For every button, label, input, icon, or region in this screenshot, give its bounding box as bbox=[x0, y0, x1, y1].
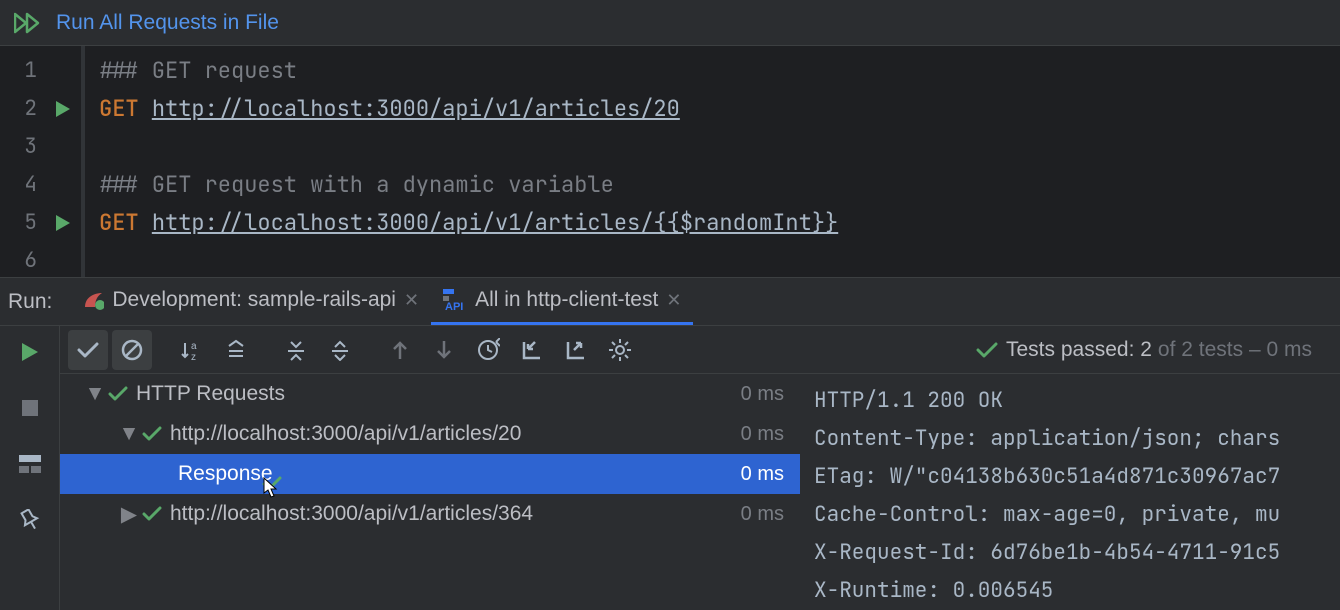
token bbox=[139, 94, 152, 123]
line-number: 1 bbox=[0, 52, 45, 90]
tree-row[interactable]: ▶ http://localhost:3000/api/v1/articles/3… bbox=[60, 494, 800, 534]
layout-button[interactable] bbox=[14, 448, 46, 480]
check-icon bbox=[142, 426, 162, 442]
gutter-run-slot bbox=[45, 242, 81, 280]
tree-node-label: HTTP Requests bbox=[136, 382, 741, 406]
editor-line[interactable]: ### GET request with a dynamic variable bbox=[99, 166, 838, 204]
summary-prefix: Tests passed: bbox=[1006, 338, 1140, 361]
summary-suffix: of 2 tests – 0 ms bbox=[1158, 338, 1312, 362]
run-label: Run: bbox=[8, 290, 52, 314]
import-button[interactable] bbox=[512, 330, 552, 370]
token: GET bbox=[99, 94, 139, 123]
tree-node-time: 0 ms bbox=[741, 423, 784, 446]
next-button[interactable] bbox=[424, 330, 464, 370]
line-number: 2 bbox=[0, 90, 45, 128]
expand-button[interactable] bbox=[216, 330, 256, 370]
token: http://localhost:3000/api/v1/articles/20 bbox=[152, 94, 680, 123]
editor-line[interactable]: GET http://localhost:3000/api/v1/article… bbox=[99, 90, 838, 128]
tab-http-client[interactable]: API All in http-client-test ✕ bbox=[431, 278, 693, 325]
run-icon bbox=[55, 100, 71, 118]
close-icon[interactable]: ✕ bbox=[404, 290, 419, 311]
show-ignored-button[interactable] bbox=[112, 330, 152, 370]
token: GET bbox=[99, 208, 139, 237]
svg-text:z: z bbox=[191, 352, 196, 361]
run-button[interactable] bbox=[14, 336, 46, 368]
results-center: az bbox=[60, 326, 1340, 610]
rails-icon bbox=[82, 289, 104, 311]
editor[interactable]: 123456 ### GET request GET http://localho… bbox=[0, 46, 1340, 278]
line-number: 3 bbox=[0, 128, 45, 166]
results-pane: az bbox=[0, 326, 1340, 610]
results-panes: ▼HTTP Requests0 ms▼http://localhost:3000… bbox=[60, 374, 1340, 610]
api-icon: API bbox=[443, 289, 467, 311]
tree-row[interactable]: ▼ HTTP Requests0 ms bbox=[60, 374, 800, 414]
editor-line[interactable] bbox=[99, 242, 838, 280]
tree-node-time: 0 ms bbox=[741, 503, 784, 526]
svg-text:API: API bbox=[445, 301, 463, 311]
tab-label: All in http-client-test bbox=[475, 288, 658, 312]
tree-node-label: http://localhost:3000/api/v1/articles/20 bbox=[170, 422, 741, 446]
export-button[interactable] bbox=[556, 330, 596, 370]
tree-node-label: http://localhost:3000/api/v1/articles/36… bbox=[170, 502, 741, 526]
cursor-icon bbox=[262, 476, 282, 500]
editor-line[interactable]: ### GET request bbox=[99, 52, 838, 90]
svg-text:a: a bbox=[191, 341, 197, 352]
check-icon bbox=[108, 386, 128, 402]
run-toolwindow-header: Run: Development: sample-rails-api ✕ API… bbox=[0, 278, 1340, 326]
gutter-run-slot bbox=[45, 166, 81, 204]
token bbox=[139, 208, 152, 237]
gutter-run-slot bbox=[45, 52, 81, 90]
chevron-right-icon[interactable]: ▶ bbox=[116, 502, 142, 527]
editor-gutter: 123456 bbox=[0, 46, 81, 277]
pin-button[interactable] bbox=[14, 504, 46, 536]
tree-row[interactable]: ▼ http://localhost:3000/api/v1/articles/2… bbox=[60, 414, 800, 454]
run-double-icon bbox=[14, 12, 56, 34]
tree-row[interactable]: Response0 ms bbox=[60, 454, 800, 494]
run-all-label: Run All Requests in File bbox=[56, 11, 279, 35]
sort-button[interactable]: az bbox=[172, 330, 212, 370]
line-numbers: 123456 bbox=[0, 46, 45, 277]
editor-line[interactable]: GET http://localhost:3000/api/v1/article… bbox=[99, 204, 838, 242]
collapse-all-button[interactable] bbox=[276, 330, 316, 370]
gutter-run-slot bbox=[45, 128, 81, 166]
tests-summary: Tests passed: 2 of 2 tests – 0 ms bbox=[976, 338, 1332, 362]
run-side-toolbar bbox=[0, 326, 60, 610]
show-passed-button[interactable] bbox=[68, 330, 108, 370]
line-number: 4 bbox=[0, 166, 45, 204]
stop-button[interactable] bbox=[14, 392, 46, 424]
editor-line[interactable] bbox=[99, 128, 838, 166]
history-button[interactable] bbox=[468, 330, 508, 370]
tab-label: Development: sample-rails-api bbox=[112, 288, 396, 312]
close-icon[interactable]: ✕ bbox=[666, 290, 681, 311]
line-number: 5 bbox=[0, 204, 45, 242]
test-tree[interactable]: ▼HTTP Requests0 ms▼http://localhost:3000… bbox=[60, 374, 800, 610]
summary-count: 2 bbox=[1140, 338, 1152, 361]
gutter-run-icons bbox=[45, 46, 81, 277]
expand-all-button[interactable] bbox=[320, 330, 360, 370]
token: ### GET request bbox=[99, 56, 297, 85]
editor-content[interactable]: ### GET request GET http://localhost:3000… bbox=[81, 46, 838, 277]
check-icon bbox=[142, 506, 162, 522]
token: http://localhost:3000/api/v1/articles/{{… bbox=[152, 208, 838, 237]
prev-button[interactable] bbox=[380, 330, 420, 370]
tree-node-time: 0 ms bbox=[741, 463, 784, 486]
chevron-down-icon[interactable]: ▼ bbox=[116, 422, 142, 446]
response-viewer[interactable]: HTTP/1.1 200 OK Content-Type: applicatio… bbox=[800, 374, 1340, 610]
gutter-run-slot[interactable] bbox=[45, 90, 81, 128]
token: ### GET request with a dynamic variable bbox=[99, 170, 614, 199]
run-icon bbox=[55, 214, 71, 232]
gutter-run-slot[interactable] bbox=[45, 204, 81, 242]
chevron-down-icon[interactable]: ▼ bbox=[82, 382, 108, 406]
tree-node-time: 0 ms bbox=[741, 383, 784, 406]
run-all-bar[interactable]: Run All Requests in File bbox=[0, 0, 1340, 46]
results-toolbar: az bbox=[60, 326, 1340, 374]
line-number: 6 bbox=[0, 242, 45, 280]
tab-development[interactable]: Development: sample-rails-api ✕ bbox=[70, 278, 431, 325]
settings-button[interactable] bbox=[600, 330, 640, 370]
